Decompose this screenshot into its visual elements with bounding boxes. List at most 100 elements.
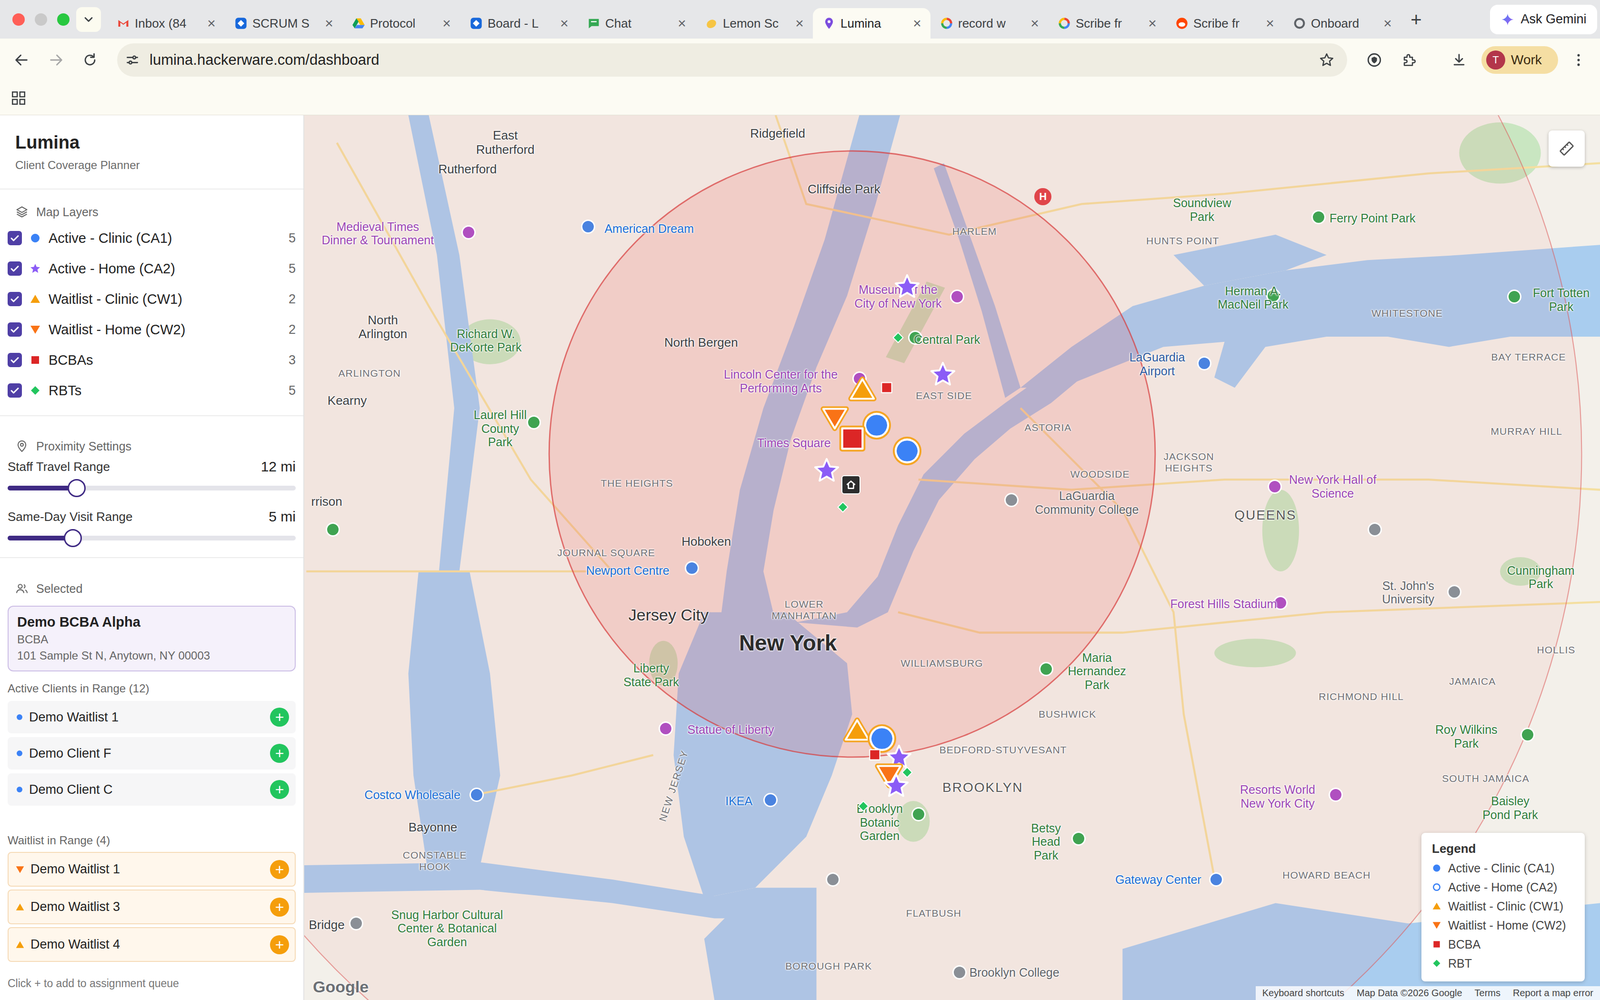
layer-row[interactable]: Active - Home (CA2)5 xyxy=(7,253,296,284)
place-icon[interactable] xyxy=(952,965,967,980)
add-waitlist-button[interactable]: + xyxy=(270,897,290,917)
downloads-button[interactable] xyxy=(1445,46,1473,74)
extension-button[interactable] xyxy=(1360,46,1388,74)
back-button[interactable] xyxy=(8,46,35,74)
map-marker[interactable] xyxy=(843,716,871,745)
tab-close-button[interactable]: × xyxy=(910,15,924,32)
slider-thumb[interactable] xyxy=(67,479,86,498)
place-icon[interactable] xyxy=(1039,661,1054,677)
map-marker[interactable] xyxy=(893,272,921,301)
map-marker[interactable] xyxy=(879,380,895,396)
place-icon[interactable] xyxy=(1197,356,1212,371)
browser-tab[interactable]: SCRUM S× xyxy=(224,8,343,39)
map-marker[interactable] xyxy=(837,423,868,454)
place-icon[interactable] xyxy=(1367,522,1382,537)
client-row[interactable]: Demo Client F+ xyxy=(7,737,296,770)
tab-close-button[interactable]: × xyxy=(1028,15,1042,32)
place-icon[interactable] xyxy=(1004,492,1019,508)
range-slider[interactable] xyxy=(7,526,296,550)
ask-gemini-button[interactable]: Ask Gemini xyxy=(1490,4,1598,35)
waitlist-row[interactable]: Demo Waitlist 4+ xyxy=(7,927,296,962)
browser-tab[interactable]: Onboard× xyxy=(1283,8,1401,39)
map-marker[interactable] xyxy=(900,765,914,780)
waitlist-row[interactable]: Demo Waitlist 1+ xyxy=(7,851,296,887)
measure-button[interactable] xyxy=(1548,130,1585,167)
tab-close-button[interactable]: × xyxy=(322,15,336,32)
map-marker[interactable] xyxy=(891,330,905,345)
map-marker[interactable] xyxy=(929,360,957,389)
tab-close-button[interactable]: × xyxy=(204,15,219,32)
add-client-button[interactable]: + xyxy=(270,707,290,727)
layer-row[interactable]: RBTs5 xyxy=(7,375,296,406)
client-row[interactable]: Demo Client C+ xyxy=(7,773,296,806)
add-waitlist-button[interactable]: + xyxy=(270,860,290,880)
add-client-button[interactable]: + xyxy=(270,780,290,800)
map-marker[interactable] xyxy=(856,799,870,813)
profile-chip[interactable]: TWork xyxy=(1481,46,1559,74)
layer-row[interactable]: Active - Clinic (CA1)5 xyxy=(7,222,296,254)
attribution-link[interactable]: Report a map error xyxy=(1512,987,1594,999)
browser-tab[interactable]: Scribe fr× xyxy=(1165,8,1284,39)
place-icon[interactable] xyxy=(1267,479,1282,494)
browser-tab[interactable]: Scribe fr× xyxy=(1048,8,1166,39)
place-icon[interactable] xyxy=(825,872,840,887)
place-icon[interactable] xyxy=(658,721,673,736)
map[interactable]: East RutherfordRidgefieldRutherfordCliff… xyxy=(304,115,1600,1000)
map-marker[interactable] xyxy=(836,500,850,514)
bookmark-star-icon[interactable] xyxy=(1318,51,1335,69)
map-marker[interactable] xyxy=(882,771,910,800)
tab-close-button[interactable]: × xyxy=(792,15,807,32)
maximize-window-icon[interactable] xyxy=(57,13,70,26)
layer-row[interactable]: Waitlist - Home (CW2)2 xyxy=(7,314,296,345)
browser-tab[interactable]: Lumina× xyxy=(812,8,931,39)
range-slider[interactable] xyxy=(7,476,296,500)
site-settings-icon[interactable] xyxy=(124,52,140,68)
browser-menu-button[interactable] xyxy=(1565,46,1592,74)
layer-checkbox[interactable] xyxy=(7,291,22,307)
place-icon[interactable] xyxy=(1447,584,1462,600)
map-marker[interactable] xyxy=(866,723,898,754)
attribution-link[interactable]: Terms xyxy=(1474,987,1501,999)
browser-tab[interactable]: Lemon Sc× xyxy=(695,8,813,39)
tab-close-button[interactable]: × xyxy=(675,15,689,32)
layer-checkbox[interactable] xyxy=(7,383,22,398)
hospital-marker[interactable]: H xyxy=(1034,188,1052,206)
close-window-icon[interactable] xyxy=(12,13,25,26)
place-icon[interactable] xyxy=(325,522,340,537)
tab-close-button[interactable]: × xyxy=(1145,15,1160,32)
place-icon[interactable] xyxy=(580,219,596,234)
place-icon[interactable] xyxy=(684,560,700,576)
map-marker[interactable] xyxy=(861,410,892,441)
reload-button[interactable] xyxy=(76,46,104,74)
selected-staff-card[interactable]: Demo BCBA AlphaBCBA101 Sample St N, Anyt… xyxy=(7,605,296,672)
attribution-link[interactable]: Map Data ©2026 Google xyxy=(1356,987,1463,999)
place-icon[interactable] xyxy=(1209,872,1224,887)
add-waitlist-button[interactable]: + xyxy=(270,935,290,955)
place-icon[interactable] xyxy=(1520,727,1535,742)
layer-checkbox[interactable] xyxy=(7,322,22,337)
map-marker[interactable] xyxy=(867,747,883,763)
place-icon[interactable] xyxy=(349,916,364,931)
place-icon[interactable] xyxy=(763,792,778,808)
layer-checkbox[interactable] xyxy=(7,261,22,276)
browser-tab[interactable]: Board - L× xyxy=(460,8,578,39)
extensions-menu-button[interactable] xyxy=(1395,46,1423,74)
forward-button[interactable] xyxy=(42,46,70,74)
browser-tab[interactable]: Inbox (84× xyxy=(107,8,225,39)
tab-close-button[interactable]: × xyxy=(557,15,571,32)
place-icon[interactable] xyxy=(526,415,541,430)
tab-close-button[interactable]: × xyxy=(1263,15,1277,32)
layer-checkbox[interactable] xyxy=(7,230,22,246)
layer-checkbox[interactable] xyxy=(7,352,22,368)
place-icon[interactable] xyxy=(469,787,484,802)
browser-tab[interactable]: Protocol× xyxy=(342,8,460,39)
map-marker[interactable] xyxy=(848,375,877,404)
tab-search-button[interactable] xyxy=(76,7,101,32)
minimize-window-icon[interactable] xyxy=(34,13,48,26)
browser-tab[interactable]: Chat× xyxy=(577,8,696,39)
new-tab-button[interactable]: + xyxy=(1404,8,1428,31)
tab-close-button[interactable]: × xyxy=(1380,15,1395,32)
place-icon[interactable] xyxy=(911,807,926,822)
place-icon[interactable] xyxy=(950,289,965,304)
apps-grid-icon[interactable] xyxy=(10,90,27,107)
